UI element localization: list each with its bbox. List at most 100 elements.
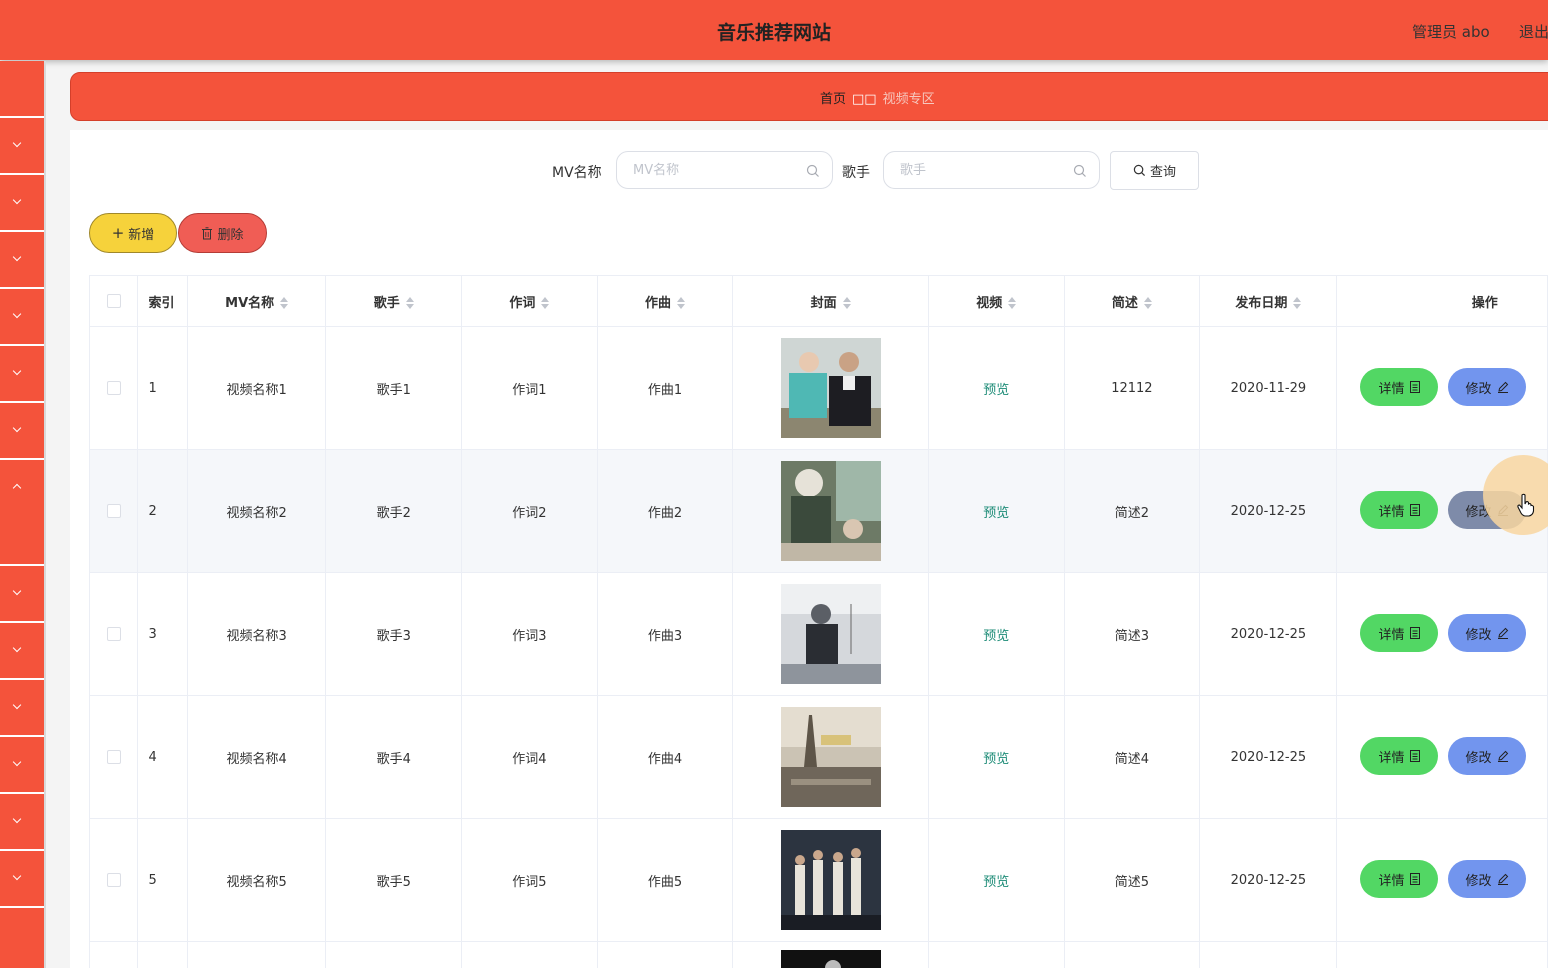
- edit-button[interactable]: 修改: [1448, 614, 1527, 652]
- cover-image[interactable]: [780, 707, 881, 807]
- row-date: 2020-11-29: [1199, 326, 1338, 450]
- document-icon: [1410, 381, 1421, 393]
- admin-label: 管理员 abo: [1412, 23, 1490, 41]
- delete-button[interactable]: 删除: [178, 213, 267, 253]
- select-all-checkbox[interactable]: [106, 294, 121, 308]
- sidebar-item-12[interactable]: [0, 794, 44, 851]
- row-checkbox[interactable]: [106, 627, 121, 641]
- row-date: 2020-12-25: [1199, 818, 1338, 942]
- mv-name-search[interactable]: [616, 151, 833, 189]
- edit-button[interactable]: 修改: [1448, 860, 1527, 898]
- sidebar-item-13[interactable]: [0, 851, 44, 908]
- detail-button[interactable]: 详情: [1360, 737, 1439, 775]
- row-checkbox[interactable]: [106, 504, 121, 518]
- row-mv-name: 视频名称2: [186, 449, 327, 573]
- sidebar-item-5[interactable]: [0, 346, 44, 403]
- sidebar-item-3[interactable]: [0, 232, 44, 289]
- sidebar-item-10[interactable]: [0, 680, 44, 737]
- sidebar-item-top[interactable]: [0, 61, 44, 118]
- row-mv-name: 视频名称5: [186, 818, 327, 942]
- singer-search[interactable]: [883, 151, 1100, 189]
- row-checkbox[interactable]: [106, 381, 121, 395]
- column-header-cover[interactable]: 封面: [732, 275, 929, 327]
- row-index: 3: [137, 572, 188, 696]
- breadcrumb-separator: □□: [852, 92, 877, 107]
- logout-link[interactable]: 退出: [1519, 21, 1548, 42]
- row-lyricist: 作词2: [461, 449, 598, 573]
- detail-button[interactable]: 详情: [1360, 860, 1439, 898]
- chevron-up-icon: [12, 483, 22, 493]
- column-header-mv-name[interactable]: MV名称: [186, 275, 327, 327]
- add-button[interactable]: + 新增: [89, 213, 177, 253]
- edit-button-label: 修改: [1465, 627, 1492, 643]
- edit-button[interactable]: 修改: [1448, 491, 1527, 529]
- detail-button[interactable]: 详情: [1360, 491, 1439, 529]
- cover-image[interactable]: [780, 830, 881, 930]
- table-row: 5 视频名称5 歌手5 作词5 作曲5 预览 简述5 2020-12-25 详情…: [89, 818, 1548, 942]
- column-header-desc[interactable]: 简述: [1063, 275, 1201, 327]
- detail-button[interactable]: 详情: [1360, 614, 1439, 652]
- row-date: 2020-12-25: [1199, 449, 1338, 573]
- pencil-icon: [1498, 504, 1509, 516]
- column-header-ops: 操作: [1336, 275, 1548, 327]
- sort-icon[interactable]: [677, 297, 685, 309]
- chevron-down-icon: [12, 871, 22, 881]
- row-index: 5: [137, 818, 188, 942]
- pencil-icon: [1498, 627, 1509, 639]
- detail-button[interactable]: 详情: [1360, 368, 1439, 406]
- row-checkbox[interactable]: [106, 873, 121, 887]
- sort-icon[interactable]: [541, 297, 550, 309]
- mv-name-input[interactable]: [631, 162, 785, 179]
- plus-icon: +: [111, 224, 125, 242]
- row-video-preview[interactable]: 预览: [927, 449, 1065, 573]
- row-checkbox[interactable]: [106, 750, 121, 764]
- delete-button-label: 删除: [217, 227, 244, 243]
- edit-button[interactable]: 修改: [1448, 368, 1527, 406]
- column-header-singer[interactable]: 歌手: [325, 275, 463, 327]
- row-video-preview[interactable]: 预览: [927, 695, 1065, 819]
- cover-image[interactable]: [780, 461, 881, 561]
- row-video-preview[interactable]: 预览: [927, 818, 1065, 942]
- cover-image[interactable]: [780, 338, 881, 438]
- row-video-preview[interactable]: 预览: [927, 326, 1065, 450]
- singer-label: 歌手: [842, 165, 870, 181]
- pencil-icon: [1498, 381, 1509, 393]
- sort-icon[interactable]: [280, 297, 289, 309]
- sort-icon[interactable]: [1293, 297, 1302, 309]
- sidebar-item-2[interactable]: [0, 175, 44, 232]
- chevron-down-icon: [12, 366, 22, 376]
- sidebar: [0, 61, 46, 968]
- query-button[interactable]: 查询: [1110, 151, 1199, 190]
- singer-input[interactable]: [898, 162, 1052, 179]
- sidebar-item-9[interactable]: [0, 623, 44, 680]
- cover-image[interactable]: [780, 950, 881, 968]
- column-header-video[interactable]: 视频: [927, 275, 1065, 327]
- pencil-icon: [1498, 873, 1509, 885]
- sidebar-item-expanded[interactable]: [0, 460, 44, 566]
- row-singer: 歌手1: [325, 326, 463, 450]
- column-header-label: 简述: [1111, 295, 1138, 311]
- cover-image[interactable]: [780, 584, 881, 684]
- table-row: 1 视频名称1 歌手1 作词1 作曲1 预览 12112 2020-11-29 …: [89, 326, 1548, 450]
- breadcrumb-home[interactable]: 首页: [820, 92, 846, 107]
- sidebar-item-1[interactable]: [0, 118, 44, 175]
- edit-button[interactable]: 修改: [1448, 737, 1527, 775]
- column-header-date[interactable]: 发布日期: [1199, 275, 1338, 327]
- column-header-index: 索引: [137, 275, 188, 327]
- sort-icon[interactable]: [405, 297, 414, 309]
- sort-icon[interactable]: [1008, 297, 1017, 309]
- column-header-label: MV名称: [225, 295, 275, 311]
- sidebar-item-4[interactable]: [0, 289, 44, 346]
- sort-icon[interactable]: [842, 297, 851, 309]
- column-header-composer[interactable]: 作曲: [596, 275, 734, 327]
- pencil-icon: [1498, 750, 1509, 762]
- row-mv-name: 视频名称4: [186, 695, 327, 819]
- row-video-preview[interactable]: 预览: [927, 572, 1065, 696]
- sort-icon[interactable]: [1143, 297, 1152, 309]
- sidebar-item-8[interactable]: [0, 566, 44, 623]
- sidebar-item-11[interactable]: [0, 737, 44, 794]
- column-header-lyricist[interactable]: 作词: [461, 275, 598, 327]
- chevron-down-icon: [12, 586, 22, 596]
- table-row: 4 视频名称4 歌手4 作词4 作曲4 预览 简述4 2020-12-25 详情…: [89, 695, 1548, 819]
- sidebar-item-6[interactable]: [0, 403, 44, 460]
